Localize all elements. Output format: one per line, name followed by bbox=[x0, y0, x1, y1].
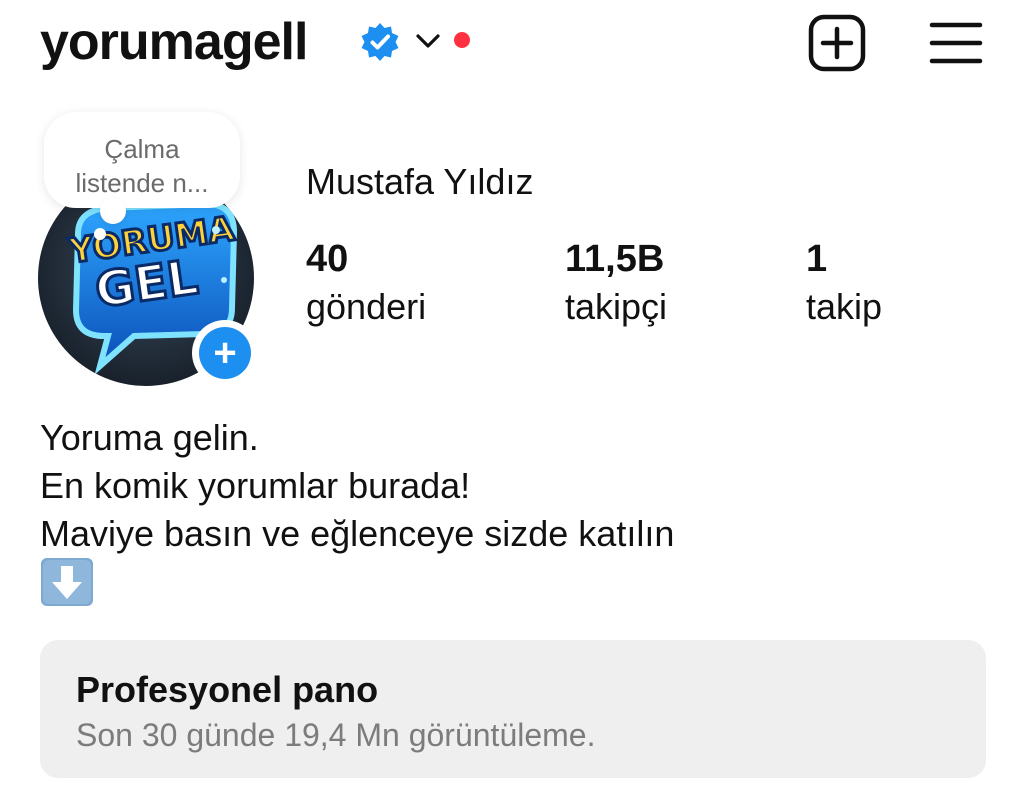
stat-followers[interactable]: 11,5B takipçi bbox=[565, 236, 667, 332]
dashboard-subtitle: Son 30 günde 19,4 Mn görüntüleme. bbox=[76, 717, 596, 753]
stat-following[interactable]: 1 takip bbox=[806, 236, 882, 332]
create-post-button[interactable] bbox=[808, 14, 866, 72]
stat-followers-label: takipçi bbox=[565, 286, 668, 327]
bio: Yoruma gelin. En komik yorumlar burada! … bbox=[40, 414, 674, 558]
notification-dot-icon bbox=[454, 32, 470, 48]
down-arrow-emoji-icon bbox=[41, 558, 93, 606]
professional-dashboard-card[interactable]: Profesyonel pano Son 30 günde 19,4 Mn gö… bbox=[40, 640, 986, 778]
bio-line-1: Yoruma gelin. bbox=[40, 417, 259, 458]
add-story-button[interactable]: + bbox=[192, 320, 258, 386]
verified-badge-icon bbox=[361, 23, 399, 61]
stat-posts-label: gönderi bbox=[306, 286, 427, 327]
plus-icon: + bbox=[199, 327, 251, 379]
note-text-line2: listende n... bbox=[75, 168, 209, 198]
stat-followers-count: 11,5B bbox=[565, 238, 665, 280]
note-text-line1: Çalma bbox=[104, 134, 180, 164]
stat-following-count: 1 bbox=[806, 238, 828, 280]
note-bubble[interactable]: Çalma listende n... bbox=[44, 112, 240, 240]
username-title[interactable]: yorumagell bbox=[40, 10, 308, 74]
menu-button[interactable] bbox=[928, 20, 984, 66]
dashboard-title: Profesyonel pano bbox=[76, 669, 379, 710]
stat-posts[interactable]: 40 gönderi bbox=[306, 236, 426, 332]
stat-posts-count: 40 bbox=[306, 238, 349, 280]
chevron-down-icon[interactable] bbox=[414, 30, 442, 52]
bio-line-3: Maviye basın ve eğlenceye sizde katılın bbox=[40, 513, 675, 554]
stat-following-label: takip bbox=[806, 286, 883, 327]
bio-line-2: En komik yorumlar burada! bbox=[40, 465, 471, 506]
profile-full-name: Mustafa Yıldız bbox=[306, 161, 534, 202]
